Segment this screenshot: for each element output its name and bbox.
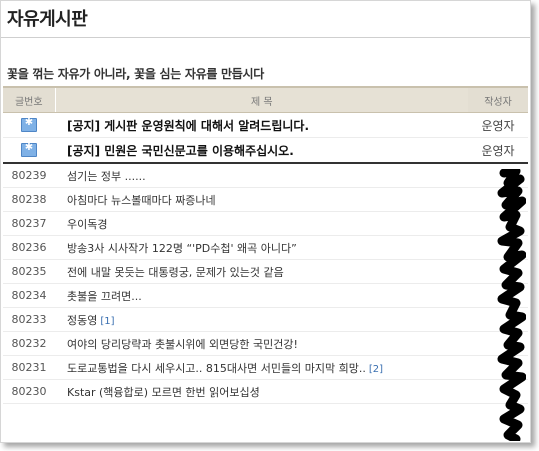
post-subject-link[interactable]: 촛불을 끄려면... (67, 290, 142, 303)
notice-subject-link[interactable]: [공지] 게시판 운영원칙에 대해서 알려드립니다. (67, 119, 309, 133)
notice-icon-cell (3, 137, 55, 164)
post-number: 80234 (3, 283, 55, 308)
table-row[interactable]: 80230 Kstar (핵융합로) 모르면 한번 읽어보십셩 (3, 379, 528, 404)
post-number: 80236 (3, 235, 55, 260)
post-subject-link[interactable]: 여야의 당리당략과 촛불시위에 외면당한 국민건강! (67, 338, 298, 351)
post-subject-link[interactable]: 섬기는 정부 ...... (67, 170, 146, 183)
post-subject-cell: 아침마다 뉴스볼때마다 짜증나네 (55, 187, 468, 212)
title-divider (1, 37, 530, 38)
post-number: 80239 (3, 163, 55, 188)
board-slogan: 꽃을 꺾는 자유가 아니라, 꽃을 심는 자유를 만듭시다 (7, 67, 264, 81)
notice-icon (21, 142, 37, 158)
notice-subject-cell: [공지] 민원은 국민신문고를 이용해주십시오. (55, 137, 468, 164)
post-number: 80237 (3, 211, 55, 236)
post-subject-cell: 촛불을 끄려면... (55, 283, 468, 308)
comment-count[interactable]: [2] (369, 364, 383, 375)
post-number: 80235 (3, 259, 55, 284)
post-subject-cell: 우이독경 (55, 211, 468, 236)
page-title: 자유게시판 (7, 9, 88, 30)
post-number: 80238 (3, 187, 55, 212)
post-subject-cell: 전에 내말 못듯는 대통령궁, 문제가 있는것 같음 (55, 259, 468, 284)
post-subject-link[interactable]: 방송3사 시사작가 122명 “'PD수첩' 왜곡 아니다” (67, 242, 297, 255)
post-number: 80231 (3, 355, 55, 380)
table-row[interactable]: 80235 전에 내말 못듯는 대통령궁, 문제가 있는것 같음 (3, 259, 528, 284)
post-subject-link[interactable]: 정동영 (67, 314, 97, 327)
notice-icon (21, 117, 37, 133)
table-row[interactable]: 80239 섬기는 정부 ...... (3, 163, 528, 188)
post-subject-link[interactable]: 전에 내말 못듯는 대통령궁, 문제가 있는것 같음 (67, 266, 284, 279)
post-subject-cell: 여야의 당리당략과 촛불시위에 외면당한 국민건강! (55, 331, 468, 356)
table-row[interactable]: 80234 촛불을 끄려면... (3, 283, 528, 308)
post-table: 글번호 제 목 작성자 [공지] 게시판 운영원칙에 대해서 알려드립니다. 운… (3, 86, 528, 404)
post-number: 80233 (3, 307, 55, 332)
header-writer: 작성자 (468, 86, 528, 113)
comment-count[interactable]: [1] (100, 316, 114, 327)
writer-redaction-scribble (497, 169, 526, 441)
table-row[interactable]: 80233 정동영 [1] (3, 307, 528, 332)
table-row[interactable]: 80232 여야의 당리당략과 촛불시위에 외면당한 국민건강! (3, 331, 528, 356)
post-subject-link[interactable]: 도로교통법을 다시 세우시고.. 815대사면 서민들의 마지막 희망.. (67, 362, 366, 375)
post-subject-cell: 섬기는 정부 ...... (55, 163, 468, 188)
header-number: 글번호 (3, 86, 56, 113)
notice-row[interactable]: [공지] 게시판 운영원칙에 대해서 알려드립니다. 운영자 (3, 112, 528, 138)
table-header-row: 글번호 제 목 작성자 (3, 86, 528, 113)
post-subject-cell: 정동영 [1] (55, 307, 468, 332)
post-number: 80232 (3, 331, 55, 356)
table-row[interactable]: 80237 우이독경 (3, 211, 528, 236)
post-subject-cell: 방송3사 시사작가 122명 “'PD수첩' 왜곡 아니다” (55, 235, 468, 260)
post-subject-cell: 도로교통법을 다시 세우시고.. 815대사면 서민들의 마지막 희망.. [2] (55, 355, 468, 380)
table-row[interactable]: 80231 도로교통법을 다시 세우시고.. 815대사면 서민들의 마지막 희… (3, 355, 528, 380)
notice-writer: 운영자 (468, 112, 528, 138)
board-window: 자유게시판 꽃을 꺾는 자유가 아니라, 꽃을 심는 자유를 만듭시다 글번호 … (0, 0, 531, 443)
notice-row[interactable]: [공지] 민원은 국민신문고를 이용해주십시오. 운영자 (3, 137, 528, 164)
notice-subject-link[interactable]: [공지] 민원은 국민신문고를 이용해주십시오. (67, 144, 294, 158)
post-subject-link[interactable]: Kstar (핵융합로) 모르면 한번 읽어보십셩 (67, 386, 260, 399)
redaction-stroke (497, 169, 526, 441)
notice-icon-cell (3, 112, 55, 138)
notice-writer: 운영자 (468, 137, 528, 164)
table-row[interactable]: 80236 방송3사 시사작가 122명 “'PD수첩' 왜곡 아니다” (3, 235, 528, 260)
post-subject-link[interactable]: 아침마다 뉴스볼때마다 짜증나네 (67, 194, 216, 207)
post-number: 80230 (3, 379, 55, 404)
post-subject-cell: Kstar (핵융합로) 모르면 한번 읽어보십셩 (55, 379, 468, 404)
post-subject-link[interactable]: 우이독경 (67, 218, 107, 231)
table-row[interactable]: 80238 아침마다 뉴스볼때마다 짜증나네 (3, 187, 528, 212)
header-subject: 제 목 (55, 86, 468, 113)
notice-subject-cell: [공지] 게시판 운영원칙에 대해서 알려드립니다. (55, 112, 468, 138)
